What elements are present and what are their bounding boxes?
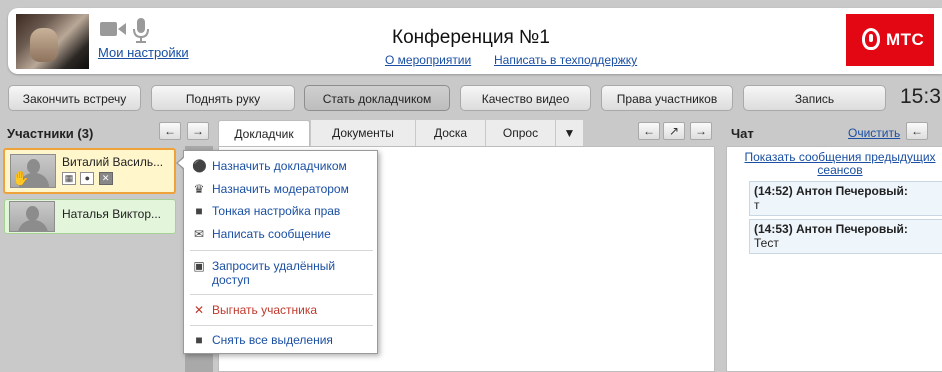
envelope-icon: ✉ [193,227,205,241]
tab-poll[interactable]: Опрос [485,120,555,146]
participant-rights-button[interactable]: Права участников [601,85,733,111]
raise-hand-button[interactable]: Поднять руку [151,85,295,111]
menu-item-label[interactable]: Тонкая настройка прав [212,204,340,218]
participant-name: Виталий Василь... [62,155,164,169]
participant-name: Наталья Виктор... [62,207,161,221]
menu-divider [190,325,373,326]
menu-item-label[interactable]: Назначить докладчиком [212,159,347,173]
menu-item-label-line2[interactable]: доступ [212,273,250,287]
menu-item-label[interactable]: Назначить модератором [212,182,349,196]
menu-divider [190,250,373,251]
user-icon: ■ [195,333,203,347]
tab-whiteboard[interactable]: Доска [415,120,485,146]
participants-expand-button[interactable]: → [187,122,209,140]
show-previous-messages-link[interactable]: Показать сообщения предыдущих сеансов [738,151,942,177]
chat-message: (14:53) Антон Печеровый: Тест [749,219,942,254]
avatar-head [26,206,39,221]
tabs-more-dropdown[interactable]: ▼ [555,120,583,146]
mts-logo: МТС [846,14,934,66]
video-toggle-icon[interactable]: ▦ [62,172,76,185]
participant-card[interactable]: Наталья Виктор... [4,199,176,234]
tab-documents[interactable]: Документы [310,120,415,146]
menu-item-label[interactable]: Снять все выделения [212,333,333,347]
remove-participant-icon[interactable]: ✕ [98,172,113,185]
menu-item-label[interactable]: Написать сообщение [212,227,331,241]
menu-item-label[interactable]: Выгнать участника [212,303,317,317]
chat-collapse-button[interactable]: ← [906,122,928,140]
clock: 15:3 [900,85,941,108]
show-previous-line1[interactable]: Показать сообщения предыдущих [744,150,935,164]
arrow-left-icon: ← [643,124,655,138]
participants-title: Участники (3) [7,126,94,141]
arrow-left-icon: ← [911,124,923,138]
remote-screen-icon: ▣ [193,259,205,273]
chat-message-header: (14:53) Антон Печеровый: [754,222,908,236]
become-speaker-button[interactable]: Стать докладчиком [304,85,450,111]
record-button[interactable]: Запись [743,85,886,111]
arrow-up-right-icon: ↗ [668,124,680,138]
arrow-right-icon: → [695,124,707,138]
speech-bubble-icon: ⚫ [192,159,207,173]
video-quality-button[interactable]: Качество видео [460,85,591,111]
center-popout-button[interactable]: ↗ [663,122,685,140]
conference-title: Конференция №1 [392,27,550,48]
chevron-down-icon: ▼ [563,126,576,140]
participant-controls: ▦ ● ✕ [62,172,114,186]
end-meeting-button[interactable]: Закончить встречу [8,85,141,111]
avatar-body [18,220,48,231]
self-video-thumbnail[interactable] [16,14,89,69]
close-icon: ✕ [193,303,205,317]
mts-egg-icon [862,28,880,50]
mts-logo-text: МТС [886,30,925,49]
tab-speaker[interactable]: Докладчик [218,120,310,146]
camera-icon[interactable] [100,20,126,38]
chat-area[interactable] [726,146,942,372]
chat-message-text: т [754,198,760,212]
header-bar: Мои настройки Конференция №1 О мероприят… [8,8,942,74]
microphone-toggle-icon[interactable]: ● [80,172,95,185]
chat-message-text: Тест [754,236,779,250]
about-event-link[interactable]: О мероприятии [385,53,471,67]
chat-clear-link[interactable]: Очистить [848,126,900,140]
participant-card[interactable]: ✋ Виталий Василь... ▦ ● ✕ [3,148,176,194]
self-video-face [30,28,58,62]
arrow-right-icon: → [192,124,204,138]
my-settings-link[interactable]: Мои настройки [98,45,189,60]
chat-title: Чат [731,126,754,141]
crown-icon: ♛ [193,182,205,196]
participant-avatar [9,201,55,232]
raised-hand-icon: ✋ [12,170,30,186]
menu-pointer-inner [178,157,185,169]
menu-item-label-line1[interactable]: Запросить удалённый [212,259,335,273]
arrow-left-icon: ← [164,124,176,138]
support-link[interactable]: Написать в техподдержку [494,53,637,67]
microphone-icon[interactable] [132,18,150,44]
chat-message: (14:52) Антон Печеровый: т [749,181,942,216]
user-icon: ■ [195,204,203,218]
menu-divider [190,294,373,295]
participant-context-menu: ⚫ Назначить докладчиком ♛ Назначить моде… [183,150,378,354]
chat-message-header: (14:52) Антон Печеровый: [754,184,908,198]
participants-collapse-button[interactable]: ← [159,122,181,140]
show-previous-line2[interactable]: сеансов [817,163,862,177]
center-forward-button[interactable]: → [690,122,712,140]
center-back-button[interactable]: ← [638,122,660,140]
